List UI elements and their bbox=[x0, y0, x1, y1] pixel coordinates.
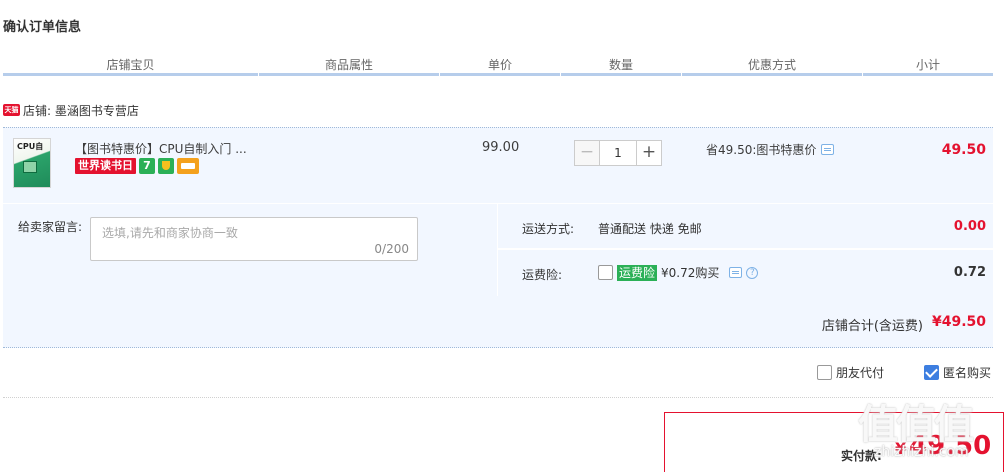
column-header: 店铺宝贝 商品属性 单价 数量 优惠方式 小计 bbox=[3, 52, 993, 76]
tmall-badge-icon: 天猫 bbox=[3, 104, 20, 116]
shipping-method-label: 运送方式: bbox=[522, 222, 575, 236]
seller-message-input[interactable]: 选填,请先和商家协商一致 0/200 bbox=[90, 217, 418, 261]
insurance-option: 运费险 ¥0.72购买 ? bbox=[598, 264, 759, 281]
section-title: 确认订单信息 bbox=[3, 20, 82, 35]
payment-summary-box: 实付款: ¥ 49.50 bbox=[664, 412, 1004, 472]
insurance-row: 运费险: 运费险 ¥0.72购买 ? 0.72 bbox=[498, 250, 993, 296]
header-divider bbox=[863, 73, 993, 76]
shop-total-row: 店铺合计(含运费) ¥49.50 bbox=[3, 296, 993, 348]
shop-total-label: 店铺合计(含运费) bbox=[821, 319, 923, 334]
help-icon[interactable]: ? bbox=[746, 266, 759, 279]
shipping-insurance-label: 运费险: bbox=[522, 268, 563, 282]
anonymous-purchase-label: 匿名购买 bbox=[943, 366, 992, 380]
header-divider bbox=[561, 73, 681, 76]
payment-amount: 49.50 bbox=[909, 431, 992, 461]
insurance-fee: 0.72 bbox=[953, 265, 986, 280]
header-divider bbox=[682, 73, 862, 76]
product-title-link[interactable]: 【图书特惠价】CPU自制入门 ... bbox=[75, 140, 247, 157]
quantity-input[interactable]: 1 bbox=[600, 140, 636, 166]
header-divider bbox=[3, 73, 258, 76]
shop-row: 天猫 店铺: 墨涵图书专营店 bbox=[3, 101, 139, 119]
insurance-checkbox[interactable] bbox=[598, 265, 613, 280]
payment-label: 实付款: bbox=[841, 449, 882, 463]
col-header-subtotal: 小计 bbox=[915, 58, 940, 72]
order-details: 给卖家留言: 选填,请先和商家协商一致 0/200 运送方式: 普通配送 快递 … bbox=[3, 204, 993, 296]
discount-text: 省49.50:图书特惠价 bbox=[706, 143, 817, 157]
col-header-quantity: 数量 bbox=[608, 58, 633, 72]
divider bbox=[3, 397, 993, 398]
item-row: CPU自 【图书特惠价】CPU自制入门 ... 世界读书日 7 99.00 − … bbox=[3, 127, 993, 203]
col-header-unit-price: 单价 bbox=[487, 58, 512, 72]
quantity-stepper: − 1 + bbox=[574, 140, 662, 166]
credit-card-icon[interactable] bbox=[177, 158, 199, 174]
world-book-day-tag[interactable]: 世界读书日 bbox=[75, 158, 136, 174]
insurance-tag: 运费险 bbox=[617, 264, 658, 281]
seven-day-return-icon[interactable]: 7 bbox=[139, 158, 155, 174]
col-header-attributes: 商品属性 bbox=[324, 58, 373, 72]
header-divider bbox=[259, 73, 439, 76]
shop-name-link[interactable]: 店铺: 墨涵图书专营店 bbox=[23, 102, 139, 119]
header-divider bbox=[440, 73, 560, 76]
unit-price: 99.00 bbox=[482, 140, 520, 155]
discount-info: 省49.50:图书特惠价 bbox=[706, 141, 835, 158]
product-tags: 世界读书日 7 bbox=[75, 158, 199, 174]
col-header-shop-item: 店铺宝贝 bbox=[106, 58, 155, 72]
friend-pay-checkbox[interactable] bbox=[817, 365, 832, 380]
anonymous-purchase-checkbox[interactable] bbox=[924, 365, 940, 380]
friend-pay-option[interactable]: 朋友代付 bbox=[817, 364, 884, 381]
quantity-increase-button[interactable]: + bbox=[636, 140, 662, 166]
shipping-row: 运送方式: 普通配送 快递 免邮 0.00 bbox=[498, 204, 993, 250]
chat-bubble-icon[interactable] bbox=[729, 267, 743, 278]
message-char-counter: 0/200 bbox=[374, 242, 409, 256]
shipping-fee: 0.00 bbox=[953, 219, 986, 234]
col-header-discount: 优惠方式 bbox=[747, 58, 796, 72]
guarantee-shield-icon[interactable] bbox=[158, 158, 174, 174]
payment-options: 朋友代付 匿名购买 bbox=[817, 364, 991, 381]
seller-message-label: 给卖家留言: bbox=[18, 220, 83, 234]
anonymous-purchase-option[interactable]: 匿名购买 bbox=[924, 364, 991, 381]
thumbnail-text: CPU自 bbox=[17, 142, 44, 151]
chat-bubble-icon[interactable] bbox=[821, 144, 835, 155]
message-placeholder: 选填,请先和商家协商一致 bbox=[102, 226, 238, 240]
shipping-method-value[interactable]: 普通配送 快递 免邮 bbox=[598, 220, 702, 237]
item-subtotal: 49.50 bbox=[941, 142, 986, 158]
payment-currency: ¥ bbox=[895, 439, 907, 458]
quantity-decrease-button[interactable]: − bbox=[574, 140, 600, 166]
chip-icon bbox=[23, 161, 37, 173]
shop-total-amount: ¥49.50 bbox=[931, 314, 986, 330]
product-thumbnail[interactable]: CPU自 bbox=[13, 138, 51, 188]
friend-pay-label: 朋友代付 bbox=[836, 366, 885, 380]
insurance-price-text: ¥0.72购买 bbox=[661, 266, 720, 280]
